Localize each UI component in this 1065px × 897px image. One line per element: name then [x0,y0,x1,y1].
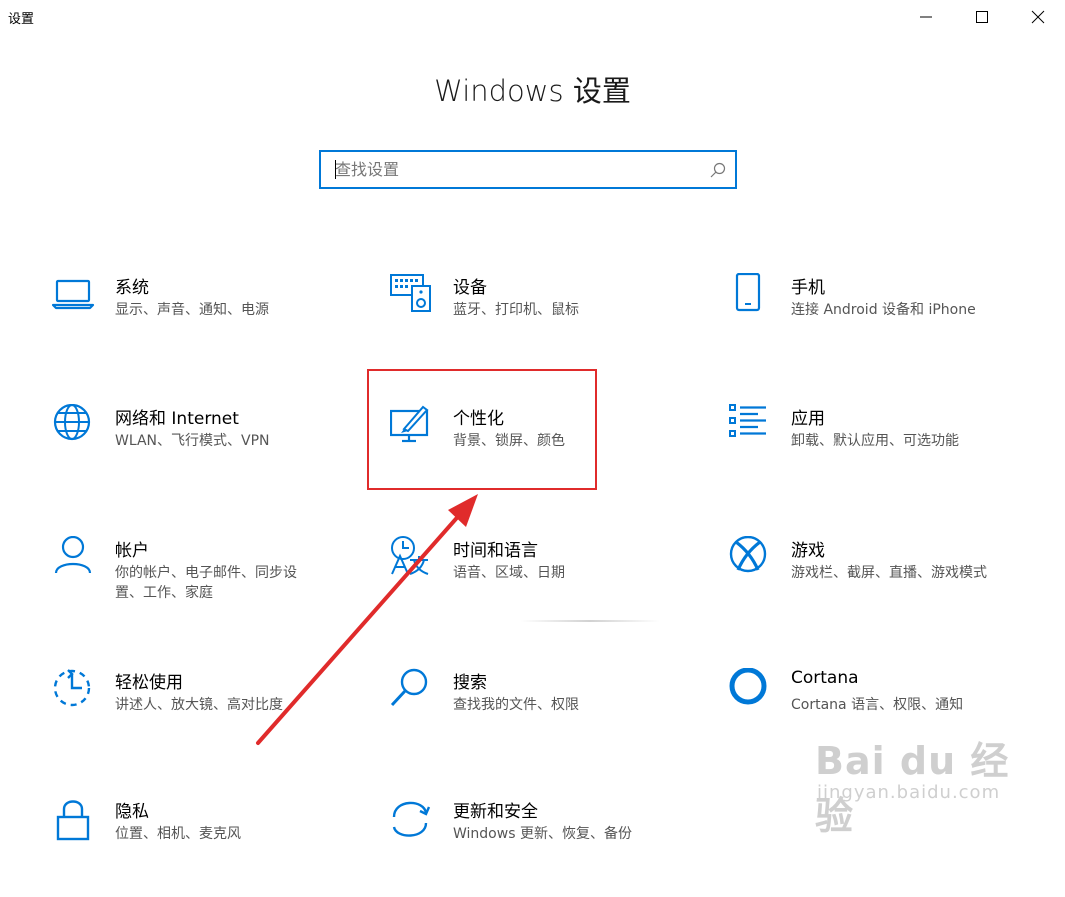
tile-title: 搜索 [453,673,487,693]
minimize-icon [920,16,932,18]
page-title: Windows 设置 [434,74,631,108]
tile-phone[interactable]: 手机 连接 Android 设备和 iPhone [728,272,1028,373]
tile-devices[interactable]: 设备 蓝牙、打印机、鼠标 [390,273,690,373]
tile-title: 设备 [453,278,487,298]
cortana-icon [728,667,772,712]
tile-description: 显示、声音、通知、电源 [115,302,269,318]
search-magnifier-icon [390,668,434,712]
watermark: Bai du 经验 jingyan.baidu.com [815,730,1045,838]
apps-list-icon [728,404,772,448]
tile-description: 蓝牙、打印机、鼠标 [453,302,579,318]
tile-accounts[interactable]: 帐户 你的帐户、电子邮件、同步设置、工作、家庭 [52,535,352,636]
tile-network[interactable]: 网络和 Internet WLAN、飞行模式、VPN [52,403,352,504]
tile-apps[interactable]: 应用 卸载、默认应用、可选功能 [728,404,1028,504]
tile-description: 查找我的文件、权限 [453,697,579,713]
maximize-icon [976,11,988,23]
tile-description: Cortana 语言、权限、通知 [791,697,964,713]
keyboard-speaker-icon [390,273,434,317]
search-icon[interactable] [709,161,727,179]
tile-privacy[interactable]: 隐私 位置、相机、麦克风 [52,797,352,897]
tile-title: 系统 [115,278,149,298]
tile-title: 更新和安全 [453,802,538,822]
tile-description: 连接 Android 设备和 iPhone [791,302,976,318]
globe-icon [52,403,96,448]
time-language-icon [390,536,434,580]
update-icon [390,797,434,841]
lock-icon [52,797,96,841]
tile-title: 帐户 [115,541,149,561]
tile-title: Cortana [791,668,859,688]
tile-title: 时间和语言 [453,541,538,561]
close-button[interactable] [1010,0,1065,34]
tile-description: 游戏栏、截屏、直播、游戏模式 [791,565,987,581]
tile-title: 隐私 [115,802,149,822]
tile-description: Windows 更新、恢复、备份 [453,826,632,842]
tile-title: 应用 [791,409,825,429]
title-bar: 设置 [0,0,1065,34]
tile-title: 游戏 [791,541,825,561]
tile-description: 卸载、默认应用、可选功能 [791,433,959,449]
tile-search[interactable]: 搜索 查找我的文件、权限 [390,668,690,768]
tile-title: 手机 [791,278,825,298]
tile-gaming[interactable]: 游戏 游戏栏、截屏、直播、游戏模式 [728,535,1028,636]
minimize-button[interactable] [898,0,954,34]
tile-description: WLAN、飞行模式、VPN [115,433,270,449]
tile-ease-of-access[interactable]: 轻松使用 讲述人、放大镜、高对比度 [52,668,352,768]
watermark-url: jingyan.baidu.com [817,782,1001,803]
maximize-button[interactable] [954,0,1010,34]
tile-system[interactable]: 系统 显示、声音、通知、电源 [51,273,352,373]
tile-title: 轻松使用 [115,673,183,693]
tile-title: 网络和 Internet [115,409,239,429]
window-title: 设置 [8,12,35,27]
phone-icon [728,272,772,317]
ease-of-access-icon [52,668,96,712]
tile-update-security[interactable]: 更新和安全 Windows 更新、恢复、备份 [390,797,690,897]
tile-description: 讲述人、放大镜、高对比度 [115,697,283,713]
text-caret [335,160,336,179]
person-icon [52,535,96,580]
xbox-icon [728,535,772,580]
close-icon [1031,10,1045,24]
search-box[interactable] [319,150,737,189]
tile-description: 语音、区域、日期 [453,565,565,581]
divider [520,620,660,622]
laptop-icon [51,273,96,317]
search-input[interactable] [321,152,705,187]
tile-description: 你的帐户、电子邮件、同步设置、工作、家庭 [115,565,297,601]
tile-description: 位置、相机、麦克风 [115,826,241,842]
highlight-box [367,369,597,490]
